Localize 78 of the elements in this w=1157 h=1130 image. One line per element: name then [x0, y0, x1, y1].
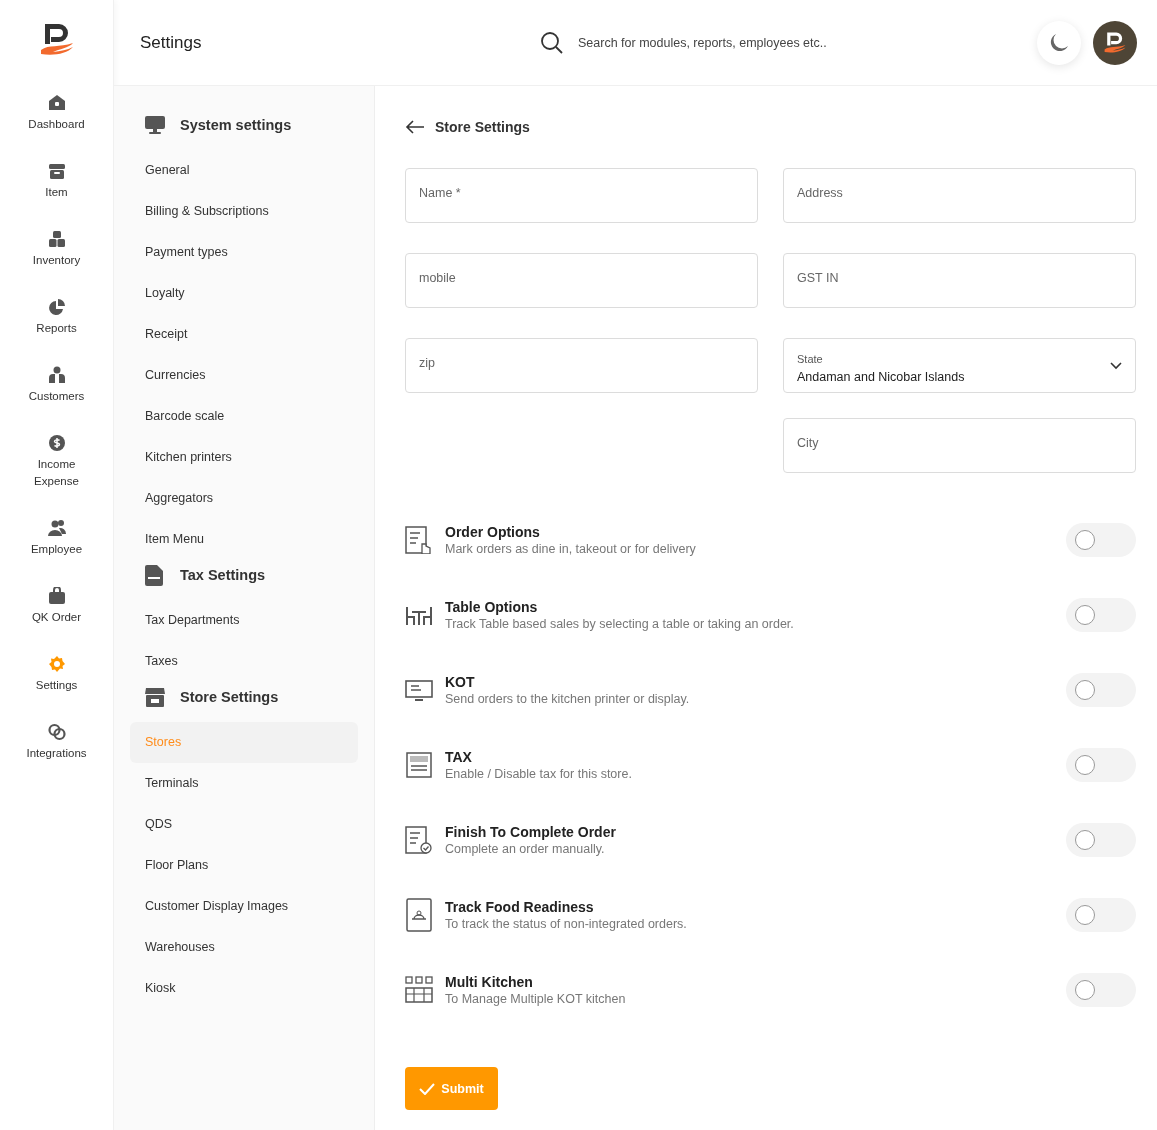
menu-item[interactable]: Receipt — [130, 314, 358, 355]
input-field[interactable]: GST IN — [783, 253, 1136, 308]
page-title: Settings — [140, 32, 203, 53]
nav-item[interactable]: QK Order — [6, 587, 107, 655]
menu-item[interactable]: Currencies — [130, 355, 358, 396]
search-icon — [540, 30, 564, 55]
back-arrow-icon — [405, 120, 425, 134]
document-icon — [144, 564, 166, 586]
option-title: Finish To Complete Order — [445, 824, 617, 840]
menu-item[interactable]: Item Menu — [130, 519, 358, 560]
toggle-switch[interactable] — [1066, 898, 1136, 932]
toggle-switch[interactable] — [1066, 598, 1136, 632]
section-heading: Store Settings — [180, 689, 279, 705]
menu-item[interactable]: Aggregators — [130, 478, 358, 519]
moon-icon — [1048, 31, 1070, 54]
menu-item[interactable]: Tax Departments — [130, 600, 358, 641]
nav-item[interactable]: Reports — [6, 298, 107, 366]
option-description: Mark orders as dine in, takeout or for delivery — [445, 542, 697, 556]
section-heading: Tax Settings — [180, 567, 266, 583]
avatar[interactable] — [1093, 20, 1137, 65]
input-field[interactable]: zip — [405, 338, 758, 393]
menu-item[interactable]: Warehouses — [130, 927, 358, 968]
chevron-down-icon — [1110, 361, 1122, 370]
menu-item[interactable]: Terminals — [130, 763, 358, 804]
check-icon — [419, 1082, 436, 1095]
tablet-icon — [405, 898, 433, 932]
menu-item[interactable]: Loyalty — [130, 273, 358, 314]
back-button[interactable] — [405, 120, 425, 134]
nav-item[interactable]: Dashboard — [6, 94, 107, 162]
option-title: Track Food Readiness — [445, 899, 595, 915]
option-description: Send orders to the kitchen printer or display. — [445, 692, 691, 706]
dark-mode-button[interactable] — [1037, 20, 1081, 65]
kitchen-icon — [405, 976, 433, 1004]
search-field[interactable]: Search for modules, reports, employees etc.. — [576, 34, 876, 51]
nav-item[interactable]: Inventory — [6, 230, 107, 298]
option-description: Complete an order manually. — [445, 842, 606, 856]
input-field[interactable]: mobile — [405, 253, 758, 308]
checklist-icon — [405, 826, 433, 854]
menu-item[interactable]: Customer Display Images — [130, 886, 358, 927]
menu-item[interactable]: Kiosk — [130, 968, 358, 1009]
nav-item[interactable]: Customers — [6, 366, 107, 434]
nav-item[interactable]: Settings — [6, 655, 107, 723]
input-field[interactable]: Address — [783, 168, 1136, 223]
checklist-icon — [405, 526, 433, 554]
menu-item[interactable]: QDS — [130, 804, 358, 845]
nav-item[interactable]: Integrations — [6, 723, 107, 791]
toggle-switch[interactable] — [1066, 673, 1136, 707]
menu-item[interactable]: Payment types — [130, 232, 358, 273]
option-description: Track Table based sales by selecting a table or taking an order. — [445, 617, 795, 631]
menu-item[interactable]: General — [130, 150, 358, 191]
option-description: To Manage Multiple KOT kitchen — [445, 992, 627, 1006]
toggle-switch[interactable] — [1066, 523, 1136, 557]
menu-item[interactable]: Floor Plans — [130, 845, 358, 886]
option-title: Multi Kitchen — [445, 974, 534, 990]
toggle-switch[interactable] — [1066, 973, 1136, 1007]
section-heading: System settings — [180, 117, 292, 133]
state-select[interactable]: State Andaman and Nicobar Islands — [783, 338, 1136, 393]
menu-item[interactable]: Taxes — [130, 641, 358, 682]
menu-item[interactable]: Kitchen printers — [130, 437, 358, 478]
option-title: Order Options — [445, 524, 541, 540]
option-description: To track the status of non-integrated orders. — [445, 917, 688, 931]
nav-item[interactable]: Employee — [6, 519, 107, 587]
toggle-switch[interactable] — [1066, 748, 1136, 782]
option-description: Enable / Disable tax for this store. — [445, 767, 633, 781]
option-title: KOT — [445, 674, 476, 690]
toggle-switch[interactable] — [1066, 823, 1136, 857]
input-field[interactable]: Name * — [405, 168, 758, 223]
nav-item[interactable]: Income Expense — [6, 434, 107, 519]
menu-item[interactable]: Billing & Subscriptions — [130, 191, 358, 232]
option-title: TAX — [445, 749, 473, 765]
store-icon — [144, 686, 166, 708]
section-heading: Store Settings — [435, 119, 530, 135]
input-field[interactable]: City — [783, 418, 1136, 473]
option-title: Table Options — [445, 599, 539, 615]
monitor-icon — [144, 114, 166, 136]
receipt-icon — [405, 751, 433, 779]
nav-item[interactable]: Item — [6, 162, 107, 230]
menu-item[interactable]: Barcode scale — [130, 396, 358, 437]
